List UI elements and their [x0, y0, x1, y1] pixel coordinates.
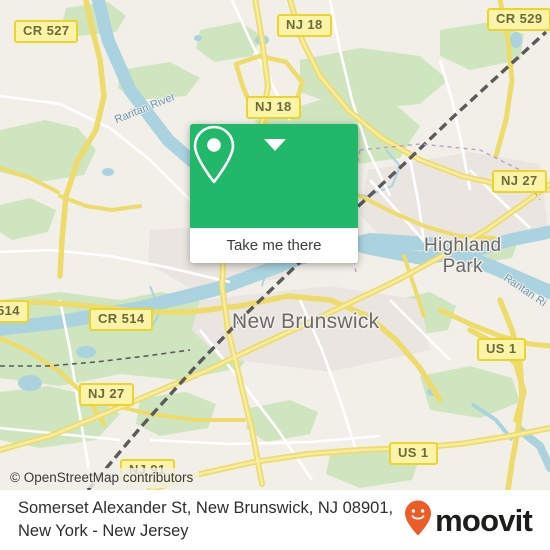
- road-shield-nj-18-south[interactable]: NJ 18: [246, 96, 301, 119]
- address-line-2: New York - New Jersey: [18, 522, 189, 540]
- road-shield-cr-527[interactable]: CR 527: [14, 20, 79, 43]
- moovit-wordmark: moovit: [435, 502, 533, 538]
- road-shield-nj-27-west[interactable]: NJ 27: [79, 383, 134, 406]
- osm-attribution[interactable]: © OpenStreetMap contributors: [4, 468, 200, 488]
- road-shield-cr-514-west-clipped[interactable]: 514: [0, 300, 29, 323]
- map-page: New Brunswick Highland Park Raritan Rive…: [0, 0, 550, 550]
- road-shield-nj-18-north[interactable]: NJ 18: [277, 14, 332, 37]
- road-shield-cr-529[interactable]: CR 529: [487, 8, 550, 31]
- road-shield-us-1-south[interactable]: US 1: [389, 442, 438, 465]
- map-canvas[interactable]: New Brunswick Highland Park Raritan Rive…: [0, 0, 550, 490]
- road-shield-us-1-east[interactable]: US 1: [477, 338, 526, 361]
- road-shield-nj-27-east[interactable]: NJ 27: [492, 170, 547, 193]
- address-line-1: Somerset Alexander St, New Brunswick, NJ…: [18, 499, 394, 517]
- moovit-logo[interactable]: moovit: [403, 499, 533, 542]
- popup-pointer: [264, 139, 286, 151]
- address-text: Somerset Alexander St, New Brunswick, NJ…: [18, 497, 393, 543]
- footer-bar: Somerset Alexander St, New Brunswick, NJ…: [0, 490, 550, 550]
- take-me-there-button[interactable]: Take me there: [190, 228, 358, 263]
- road-shield-cr-514[interactable]: CR 514: [89, 308, 154, 331]
- moovit-pin-icon: [403, 499, 433, 542]
